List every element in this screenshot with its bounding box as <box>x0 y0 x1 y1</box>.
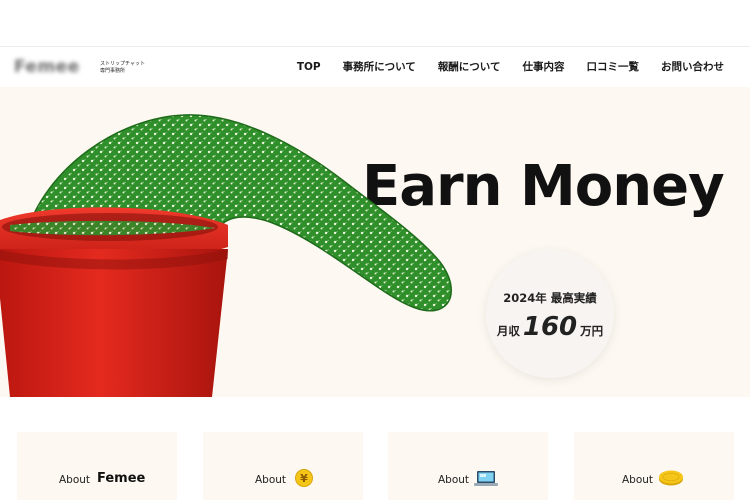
hero-section: Earn Money 2024年 最高実績 月収 160 万円 <box>0 87 750 397</box>
logo-wordmark: Femee <box>14 57 80 77</box>
about-card-yen[interactable]: About ¥ <box>203 432 363 500</box>
about-cards: About Femee About ¥ About About <box>17 432 737 500</box>
nav-reviews[interactable]: 口コミ一覧 <box>587 47 640 87</box>
nav-contact[interactable]: お問い合わせ <box>661 47 724 87</box>
card-label: About <box>438 474 470 486</box>
card-label: About <box>255 474 287 486</box>
laptop-icon <box>474 471 498 486</box>
site-header: Femee ストリップチャット 専門事務所 TOP 事務所について 報酬について… <box>0 46 750 86</box>
nav-work[interactable]: 仕事内容 <box>523 47 565 87</box>
card-name: Femee <box>97 471 146 486</box>
main-nav: TOP 事務所について 報酬について 仕事内容 口コミ一覧 お問い合わせ <box>297 47 750 87</box>
about-card-laptop[interactable]: About <box>388 432 548 500</box>
svg-text:¥: ¥ <box>300 472 308 485</box>
logo-tagline: ストリップチャット 専門事務所 <box>100 61 145 74</box>
coin-icon <box>659 470 683 486</box>
badge-amount-line: 月収 160 万円 <box>486 312 614 342</box>
about-card-femee[interactable]: About Femee <box>17 432 177 500</box>
pot-body <box>0 249 228 397</box>
card-label: About <box>59 474 91 486</box>
nav-reward[interactable]: 報酬について <box>438 47 501 87</box>
badge-title: 2024年 最高実績 <box>503 291 597 305</box>
about-card-coin[interactable]: About <box>574 432 734 500</box>
income-badge: 2024年 最高実績 月収 160 万円 <box>486 250 614 378</box>
badge-suffix: 万円 <box>580 324 604 338</box>
site-logo[interactable]: Femee ストリップチャット 専門事務所 <box>14 57 145 79</box>
cactus-pot-image <box>0 114 452 397</box>
badge-amount: 160 <box>522 312 578 342</box>
nav-top[interactable]: TOP <box>297 47 321 87</box>
card-label: About <box>622 474 654 486</box>
nav-about-office[interactable]: 事務所について <box>343 47 416 87</box>
badge-prefix: 月収 <box>496 324 520 338</box>
yen-coin-icon: ¥ <box>295 469 313 487</box>
